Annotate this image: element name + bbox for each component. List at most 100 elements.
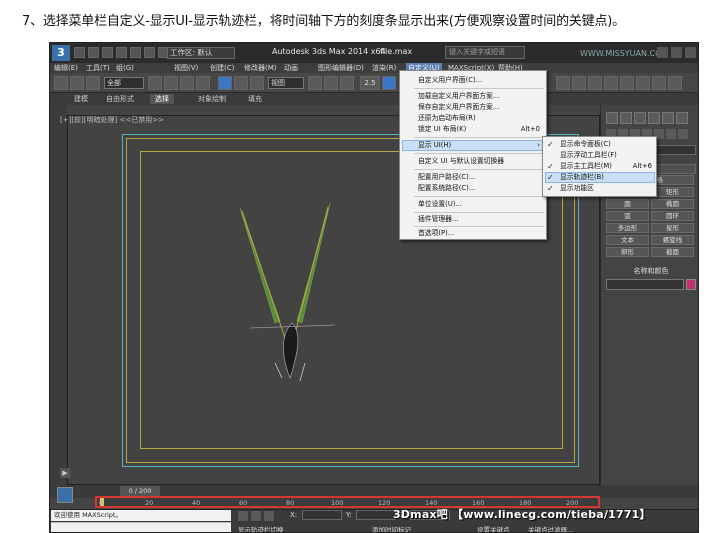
arc-button[interactable]: 弧 [606, 211, 649, 221]
tab-modeling[interactable]: 建模 [74, 94, 88, 104]
maxscript-listener[interactable]: 欢迎使用 MAXScript。 [51, 510, 231, 521]
object-color-swatch[interactable] [686, 279, 696, 290]
rect-selection-icon[interactable] [180, 76, 194, 90]
menu-item-show-track-bar[interactable]: 显示轨迹栏(B) [560, 172, 604, 183]
app-logo-icon[interactable]: 3 [52, 45, 70, 61]
maximize-icon[interactable] [671, 47, 682, 58]
menu-group[interactable]: 组(G) [116, 63, 134, 73]
hierarchy-tab-icon[interactable] [634, 112, 646, 124]
rotate-icon[interactable] [234, 76, 248, 90]
key-filters-button[interactable]: 关键点过滤器... [528, 524, 573, 532]
tab-freeform[interactable]: 自由形式 [106, 94, 134, 104]
angle-snap-icon[interactable] [382, 76, 396, 90]
section-button[interactable]: 截面 [651, 247, 694, 257]
mini-curve-editor-icon[interactable] [57, 487, 73, 503]
lock-selection-icon[interactable] [251, 511, 261, 521]
menu-item-ui-switcher[interactable]: 自定义 UI 与默认设置切换器 [418, 156, 504, 167]
bind-space-warp-icon[interactable] [86, 76, 100, 90]
unlink-icon[interactable] [70, 76, 84, 90]
schematic-view-icon[interactable] [636, 76, 650, 90]
circle-button[interactable]: 圆 [606, 199, 649, 209]
motion-tab-icon[interactable] [648, 112, 660, 124]
teapot-render-icon[interactable] [668, 76, 682, 90]
time-slider-thumb[interactable]: 0 / 200 [120, 486, 160, 496]
keyboard-shortcut-icon[interactable] [340, 76, 354, 90]
material-editor-icon[interactable] [556, 76, 570, 90]
select-manipulate-icon[interactable] [324, 76, 338, 90]
coord-y-field[interactable] [356, 510, 396, 520]
menu-item-show-ribbon[interactable]: 显示功能区 [560, 183, 594, 194]
menu-create[interactable]: 创建(C) [210, 63, 234, 73]
name-and-color-rollout[interactable]: 名称和颜色 [606, 266, 696, 276]
scale-icon[interactable] [250, 76, 264, 90]
link-icon[interactable] [54, 76, 68, 90]
menu-item-preferences[interactable]: 首选项(P)... [418, 228, 454, 239]
menu-views[interactable]: 视图(V) [174, 63, 198, 73]
menu-item-plugin-manager[interactable]: 插件管理器... [418, 214, 458, 225]
maxscript-input[interactable] [51, 522, 231, 532]
save-icon[interactable] [102, 47, 113, 58]
open-file-icon[interactable] [88, 47, 99, 58]
menu-animation[interactable]: 动画 [284, 63, 298, 73]
menu-item-lock-ui-layout[interactable]: 锁定 UI 布局(K) [418, 124, 466, 135]
systems-icon[interactable] [678, 129, 688, 139]
snap-toggle-icon[interactable]: 2.5 [360, 76, 380, 90]
render-setup-icon[interactable] [572, 76, 586, 90]
menu-item-units-setup[interactable]: 单位设置(U)... [418, 199, 462, 210]
minimize-icon[interactable] [657, 47, 668, 58]
modify-tab-icon[interactable] [620, 112, 632, 124]
egg-button[interactable]: 卵形 [606, 247, 649, 257]
ellipse-button[interactable]: 椭圆 [651, 199, 694, 209]
close-icon[interactable] [685, 47, 696, 58]
add-time-tag-button[interactable]: 添加时间标记 [372, 524, 411, 532]
menu-item-user-paths[interactable]: 配置用户路径(C)... [418, 172, 475, 183]
play-button[interactable]: ▶ [60, 468, 70, 478]
redo-icon[interactable] [130, 47, 141, 58]
ngon-button[interactable]: 多边形 [606, 223, 649, 233]
absolute-mode-icon[interactable] [264, 511, 274, 521]
menu-item-revert-layout[interactable]: 还原为启动布局(R) [418, 113, 476, 124]
rectangle-button[interactable]: 矩形 [651, 187, 694, 197]
object-name-input[interactable] [606, 279, 684, 290]
menu-item-show-command-panel[interactable]: 显示命令面板(C) [560, 139, 611, 150]
helix-button[interactable]: 螺旋线 [651, 235, 694, 245]
select-by-name-icon[interactable] [164, 76, 178, 90]
menu-item-system-paths[interactable]: 配置系统路径(C)... [418, 183, 475, 194]
move-icon[interactable] [218, 76, 232, 90]
menu-item-show-main-toolbar[interactable]: 显示主工具栏(M) [560, 161, 612, 172]
text-button[interactable]: 文本 [606, 235, 649, 245]
search-input[interactable]: 键入关键字或短语 [445, 46, 525, 59]
menu-tools[interactable]: 工具(T) [86, 63, 110, 73]
curve-editor-icon[interactable] [620, 76, 634, 90]
menu-rendering[interactable]: 渲染(R) [372, 63, 396, 73]
tab-selection[interactable]: 选择 [150, 94, 174, 104]
display-tab-icon[interactable] [662, 112, 674, 124]
undo-icon[interactable] [116, 47, 127, 58]
menu-modifiers[interactable]: 修改器(M) [244, 63, 277, 73]
render-iterative-icon[interactable] [652, 76, 666, 90]
menu-item-show-ui[interactable]: 显示 UI(H) [418, 140, 451, 151]
window-crossing-icon[interactable] [196, 76, 210, 90]
reference-coordinate-dropdown[interactable]: 视图 [268, 77, 304, 89]
spacewarps-icon[interactable] [666, 129, 676, 139]
menu-item-customize-ui[interactable]: 自定义用户界面(C)... [418, 75, 482, 86]
hold-icon[interactable] [144, 47, 155, 58]
menu-item-show-floating-toolbars[interactable]: 显示浮动工具栏(F) [560, 150, 617, 161]
rendered-frame-icon[interactable] [588, 76, 602, 90]
render-production-icon[interactable] [604, 76, 618, 90]
utilities-tab-icon[interactable] [676, 112, 688, 124]
set-key-button[interactable]: 设置关键点 [477, 524, 510, 532]
tab-object-paint[interactable]: 对象绘制 [198, 94, 226, 104]
workspace-dropdown[interactable]: 工作区: 默认 [167, 47, 235, 59]
help-icon[interactable] [238, 511, 248, 521]
menu-edit[interactable]: 编辑(E) [54, 63, 78, 73]
create-tab-icon[interactable] [606, 112, 618, 124]
tab-populate[interactable]: 填充 [248, 94, 262, 104]
donut-button[interactable]: 圆环 [651, 211, 694, 221]
menu-graph-editors[interactable]: 图形编辑器(D) [318, 63, 364, 73]
viewport-label[interactable]: [+][前][明暗处理] <<已禁用>> [60, 115, 164, 125]
new-file-icon[interactable] [74, 47, 85, 58]
selection-filter-dropdown[interactable]: 全部 [104, 77, 144, 89]
select-object-icon[interactable] [148, 76, 162, 90]
star-button[interactable]: 星形 [651, 223, 694, 233]
